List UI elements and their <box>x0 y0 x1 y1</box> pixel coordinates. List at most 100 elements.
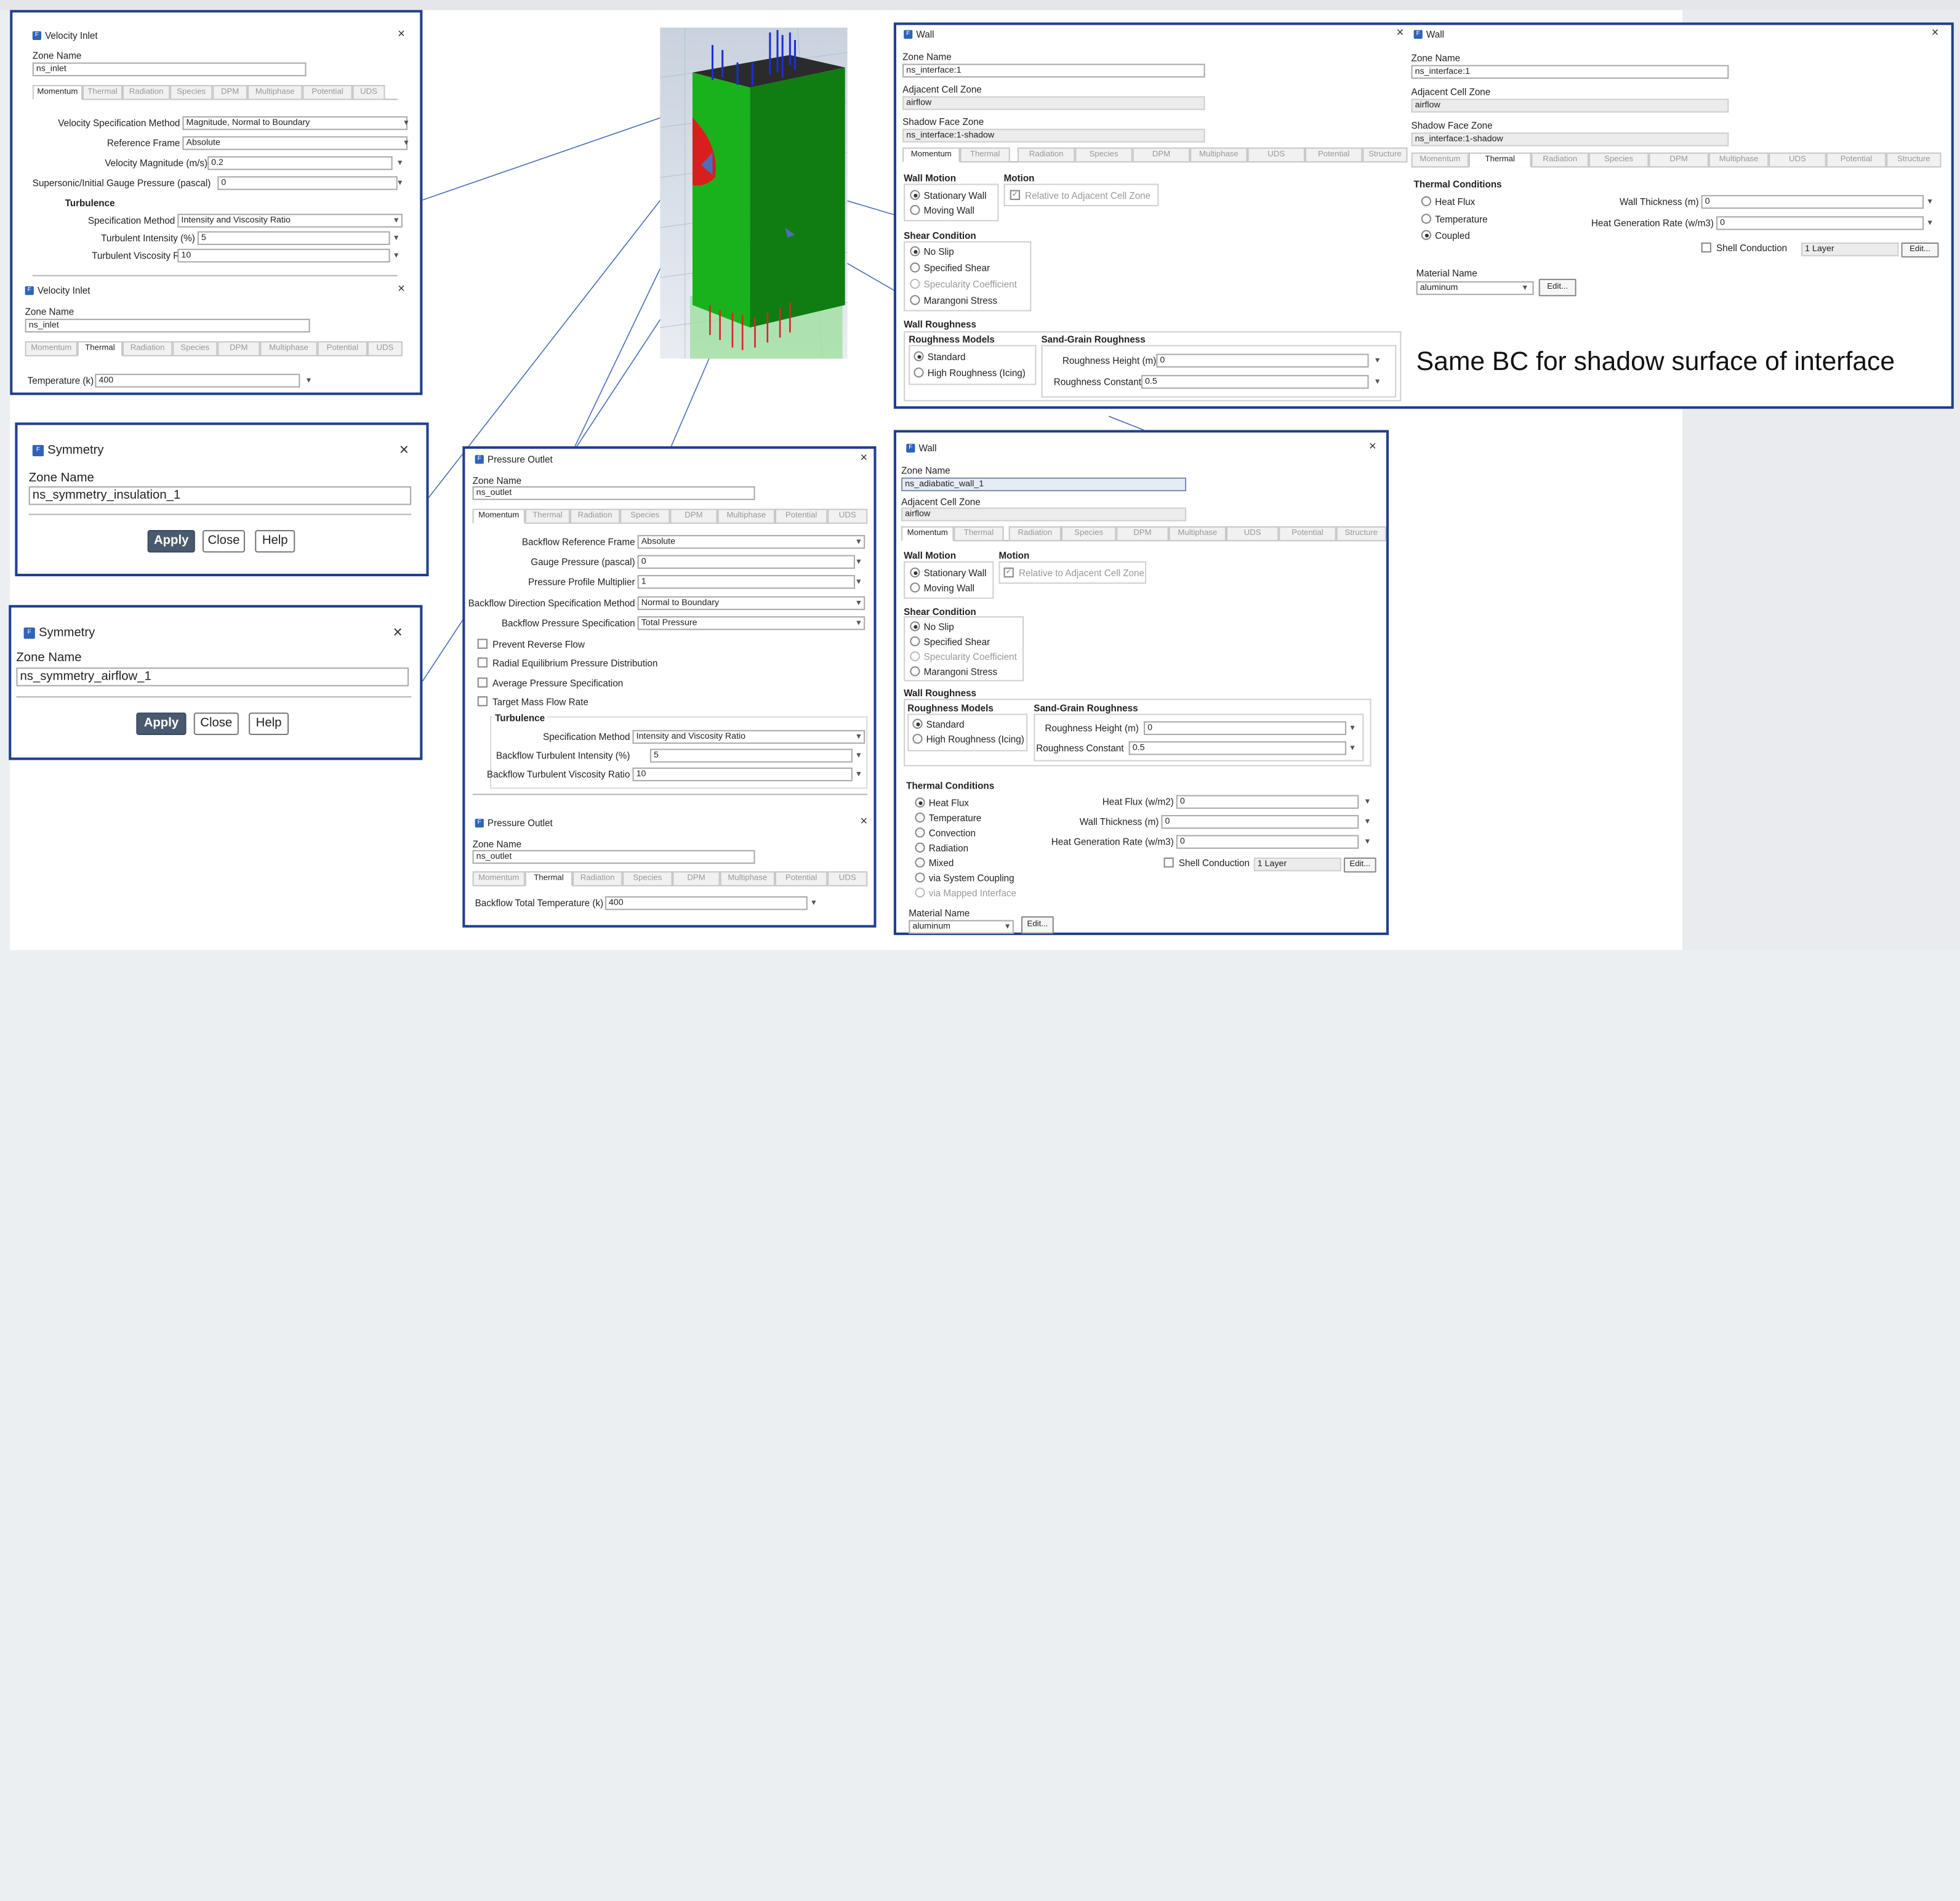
velocity-magnitude-input[interactable]: 0.2 <box>207 156 393 171</box>
heat-generation-input[interactable]: 0 <box>1176 835 1359 849</box>
specified-shear-radio[interactable] <box>910 262 920 273</box>
turbulence-spec-method-select[interactable]: Intensity and Viscosity Ratio <box>177 214 403 228</box>
apply-button[interactable]: Apply <box>136 712 187 735</box>
roughness-height-input[interactable]: 0 <box>1156 353 1369 368</box>
prevent-reverse-flow-checkbox[interactable] <box>477 638 488 649</box>
close-icon[interactable]: × <box>400 440 409 459</box>
chevron-down-icon[interactable]: ▼ <box>855 734 862 741</box>
chevron-down-icon[interactable]: ▼ <box>855 539 862 546</box>
chevron-down-icon[interactable]: ▼ <box>1349 745 1356 752</box>
radiation-radio[interactable] <box>915 842 925 853</box>
heat-flux-input[interactable]: 0 <box>1176 795 1359 809</box>
chevron-down-icon[interactable]: ▼ <box>1004 924 1011 931</box>
moving-wall-radio[interactable] <box>910 582 920 593</box>
tab-uds[interactable]: UDS <box>1769 152 1826 168</box>
backflow-turbulent-intensity-input[interactable]: 5 <box>649 749 853 763</box>
chevron-down-icon[interactable]: ▼ <box>403 120 410 127</box>
tab-species[interactable]: Species <box>620 508 670 524</box>
tab-uds[interactable]: UDS <box>352 85 385 100</box>
help-button[interactable]: Help <box>249 712 289 735</box>
tab-species[interactable]: Species <box>1061 526 1117 542</box>
chevron-down-icon[interactable]: ▼ <box>403 140 410 147</box>
dialog-titlebar[interactable]: F Wall × <box>1408 26 1943 44</box>
tab-species[interactable]: Species <box>172 341 218 356</box>
dialog-titlebar[interactable]: F Wall × <box>901 440 1381 457</box>
heat-flux-radio[interactable] <box>915 797 925 808</box>
high-roughness-radio[interactable] <box>914 367 924 378</box>
tab-uds[interactable]: UDS <box>827 508 868 524</box>
wall-thickness-input[interactable]: 0 <box>1701 195 1924 209</box>
close-icon[interactable]: × <box>1396 26 1404 40</box>
tab-uds[interactable]: UDS <box>1226 526 1279 542</box>
marangoni-stress-radio[interactable] <box>910 666 920 677</box>
relative-to-cell-zone-checkbox[interactable]: ✓ <box>1010 190 1020 200</box>
turbulent-intensity-input[interactable]: 5 <box>197 231 390 245</box>
tab-species[interactable]: Species <box>1588 152 1649 168</box>
chevron-down-icon[interactable]: ▼ <box>855 579 862 586</box>
zone-name-input[interactable]: ns_symmetry_insulation_1 <box>28 486 412 505</box>
tab-multiphase[interactable]: Multiphase <box>1190 147 1248 163</box>
tab-momentum[interactable]: Momentum <box>1411 152 1469 168</box>
tab-structure[interactable]: Structure <box>1886 152 1942 168</box>
apply-button[interactable]: Apply <box>147 529 195 553</box>
tab-dpm[interactable]: DPM <box>1649 152 1709 168</box>
system-coupling-radio[interactable] <box>915 872 925 883</box>
model-viewport[interactable] <box>660 27 848 359</box>
close-icon[interactable]: × <box>398 283 405 296</box>
dialog-titlebar[interactable]: F Pressure Outlet × <box>470 815 873 832</box>
material-edit-button[interactable]: Edit... <box>1538 278 1576 297</box>
chevron-down-icon[interactable]: ▼ <box>855 600 862 608</box>
chevron-down-icon[interactable]: ▼ <box>1364 819 1371 826</box>
specified-shear-radio[interactable] <box>910 636 920 646</box>
tab-uds[interactable]: UDS <box>827 871 868 886</box>
tab-momentum[interactable]: Momentum <box>472 508 525 524</box>
tab-uds[interactable]: UDS <box>367 341 403 356</box>
chevron-down-icon[interactable]: ▼ <box>305 377 312 385</box>
tab-potential[interactable]: Potential <box>774 508 828 524</box>
chevron-down-icon[interactable]: ▼ <box>1364 799 1371 806</box>
tab-radiation[interactable]: Radiation <box>122 341 173 356</box>
tab-dpm[interactable]: DPM <box>217 341 260 356</box>
close-icon[interactable]: × <box>860 451 867 465</box>
close-icon[interactable]: × <box>393 622 402 641</box>
tab-momentum[interactable]: Momentum <box>901 526 954 542</box>
backflow-direction-method-select[interactable]: Normal to Boundary <box>637 596 866 610</box>
turbulence-spec-method-select[interactable]: Intensity and Viscosity Ratio <box>632 729 866 744</box>
chevron-down-icon[interactable]: ▼ <box>393 235 400 243</box>
tab-radiation[interactable]: Radiation <box>1531 152 1589 168</box>
standard-roughness-radio[interactable] <box>912 718 923 729</box>
dialog-titlebar[interactable]: F Wall × <box>899 26 1408 44</box>
tab-multiphase[interactable]: Multiphase <box>1168 526 1227 542</box>
zone-name-input[interactable]: ns_inlet <box>32 62 307 76</box>
chevron-down-icon[interactable]: ▼ <box>1521 285 1528 292</box>
coupled-radio[interactable] <box>1421 230 1432 240</box>
close-icon[interactable]: × <box>1932 26 1939 40</box>
close-icon[interactable]: × <box>398 28 405 41</box>
chevron-down-icon[interactable]: ▼ <box>1349 725 1356 733</box>
tab-thermal[interactable]: Thermal <box>524 508 570 524</box>
chevron-down-icon[interactable]: ▼ <box>393 252 400 260</box>
reference-frame-select[interactable]: Absolute <box>182 136 408 150</box>
tab-species[interactable]: Species <box>170 85 213 100</box>
roughness-height-input[interactable]: 0 <box>1143 721 1346 735</box>
tab-potential[interactable]: Potential <box>1279 526 1336 542</box>
shell-edit-button[interactable]: Edit... <box>1901 242 1939 258</box>
material-select[interactable]: aluminum <box>1416 281 1534 295</box>
tab-multiphase[interactable]: Multiphase <box>720 871 775 886</box>
tab-momentum[interactable]: Momentum <box>472 871 525 886</box>
gauge-pressure-input[interactable]: 0 <box>217 176 398 190</box>
chevron-down-icon[interactable]: ▼ <box>1364 839 1371 846</box>
shell-conduction-checkbox[interactable] <box>1701 242 1711 253</box>
relative-to-cell-zone-checkbox[interactable]: ✓ <box>1003 567 1014 578</box>
wall-thickness-input[interactable]: 0 <box>1161 814 1359 829</box>
material-edit-button[interactable]: Edit... <box>1021 916 1054 934</box>
tab-multiphase[interactable]: Multiphase <box>247 85 303 100</box>
tab-multiphase[interactable]: Multiphase <box>1708 152 1769 168</box>
tab-multiphase[interactable]: Multiphase <box>717 508 775 524</box>
tab-thermal[interactable]: Thermal <box>954 526 1004 542</box>
chevron-down-icon[interactable]: ▼ <box>1374 358 1381 365</box>
tab-thermal[interactable]: Thermal <box>1468 152 1532 168</box>
no-slip-radio[interactable] <box>910 621 920 632</box>
dialog-titlebar[interactable]: F Symmetry × <box>28 440 414 463</box>
tab-momentum[interactable]: Momentum <box>902 147 960 163</box>
